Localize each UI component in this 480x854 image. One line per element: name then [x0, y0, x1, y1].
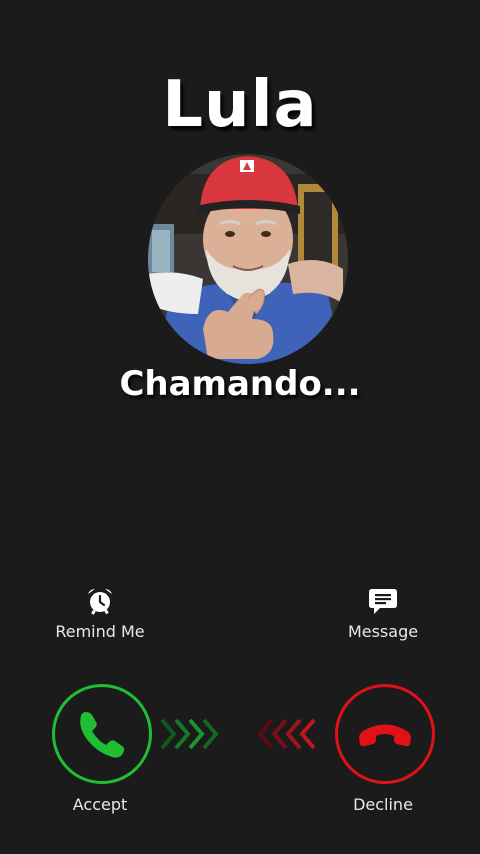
chat-bubble-icon	[369, 589, 397, 614]
caller-avatar	[148, 154, 348, 364]
call-status: Chamando...	[119, 364, 361, 404]
alarm-clock-icon	[88, 589, 112, 615]
message-label: Message	[347, 622, 419, 641]
swipe-left-arrows	[258, 718, 316, 750]
phone-icon	[80, 712, 125, 758]
message-button[interactable]: Message	[313, 586, 453, 641]
caller-name: Lula	[162, 68, 318, 142]
phone-hangup-icon	[359, 724, 411, 747]
accept-label: Accept	[72, 795, 128, 814]
remind-me-label: Remind Me	[55, 622, 145, 641]
accept-call-button[interactable]	[52, 684, 152, 784]
remind-me-button[interactable]: Remind Me	[30, 586, 170, 641]
swipe-right-arrows	[160, 718, 219, 750]
decline-label: Decline	[353, 795, 413, 814]
decline-call-button[interactable]	[335, 684, 435, 784]
